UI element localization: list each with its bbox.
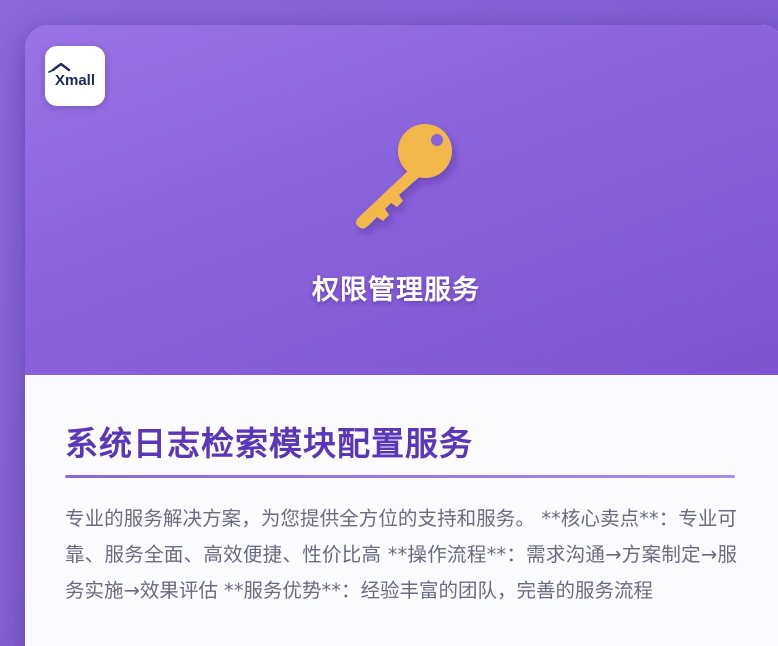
logo-wordmark: Xmall [55,72,95,89]
hero-banner: Xmall 权限管理服务 [25,25,778,375]
service-content: 系统日志检索模块配置服务 专业的服务解决方案，为您提供全方位的支持和服务。 **… [25,375,778,646]
brand-logo[interactable]: Xmall [45,46,105,106]
service-card: Xmall 权限管理服务 系统日志检索模块配置服务 专业的服务解决方案，为您提供… [25,25,778,646]
service-title: 系统日志检索模块配置服务 [65,424,473,463]
title-divider [65,475,735,478]
key-icon [356,124,452,229]
badge-title: 权限管理服务 [312,275,480,306]
xmall-logo-icon: Xmall [48,62,95,89]
service-description: 专业的服务解决方案，为您提供全方位的支持和服务。 **核心卖点**：专业可靠、服… [65,507,737,602]
